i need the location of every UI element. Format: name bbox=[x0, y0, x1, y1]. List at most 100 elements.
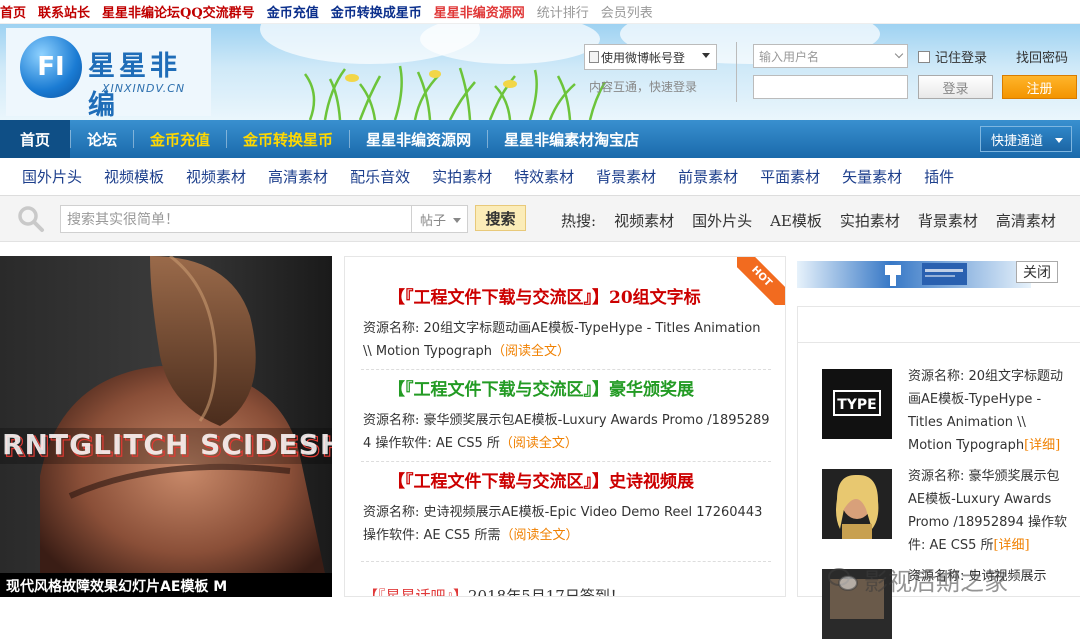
article-item[interactable]: 【『工程文件下载与交流区』】20组文字标资源名称: 20组文字标题动画AE模板-… bbox=[363, 283, 773, 363]
category-link[interactable]: 平面素材 bbox=[760, 166, 820, 187]
resource-detail: 4 操作软件: AE CS5 所 bbox=[363, 436, 500, 451]
username-input[interactable]: 输入用户名 bbox=[753, 44, 908, 68]
thumbnail-text: TYPE bbox=[837, 397, 877, 413]
broken-image-icon bbox=[589, 51, 599, 63]
article-title-line[interactable]: 【『工程文件下载与交流区』】豪华颁奖展 bbox=[363, 375, 773, 400]
top-link[interactable]: 星星非编论坛QQ交流群号 bbox=[102, 2, 255, 21]
read-more-link[interactable]: （阅读全文） bbox=[500, 528, 578, 543]
category-link[interactable]: 插件 bbox=[924, 166, 954, 187]
category-link[interactable]: 背景素材 bbox=[596, 166, 656, 187]
logo-domain: XINXINDV.CN bbox=[102, 82, 186, 95]
banner-ad-image bbox=[885, 263, 967, 286]
hot-search-term[interactable]: 实拍素材 bbox=[840, 210, 900, 231]
register-button[interactable]: 注册 bbox=[1002, 75, 1077, 99]
top-link[interactable]: 统计排行 bbox=[537, 2, 589, 21]
article-prefix: 【『工程文件下载与交流区』】 bbox=[388, 288, 609, 308]
hot-search-term[interactable]: 视频素材 bbox=[614, 210, 674, 231]
category-link[interactable]: 实拍素材 bbox=[432, 166, 492, 187]
search-type-select[interactable]: 帖子 bbox=[412, 205, 468, 233]
hot-search-term[interactable]: 高清素材 bbox=[996, 210, 1056, 231]
article-prefix: 【『工程文件下载与交流区』】 bbox=[388, 380, 609, 400]
login-button[interactable]: 登录 bbox=[918, 75, 993, 99]
read-more-link[interactable]: （阅读全文） bbox=[492, 344, 570, 359]
article-summary: 资源名称: 史诗视频展示AE模板-Epic Video Demo Reel 17… bbox=[363, 501, 773, 547]
category-link[interactable]: 视频素材 bbox=[186, 166, 246, 187]
category-link[interactable]: 高清素材 bbox=[268, 166, 328, 187]
recommended-panel: TYPE 资源名称: 20组文字标题动画AE模板-TypeHype - Titl… bbox=[797, 306, 1080, 639]
search-button[interactable]: 搜索 bbox=[475, 205, 526, 231]
hot-search-term[interactable]: 国外片头 bbox=[692, 210, 752, 231]
checkbox-icon[interactable] bbox=[918, 50, 930, 63]
recommended-panel-header bbox=[798, 307, 1080, 343]
chevron-down-icon bbox=[894, 49, 904, 59]
top-link[interactable]: 联系站长 bbox=[38, 2, 90, 21]
top-link[interactable]: 会员列表 bbox=[601, 2, 653, 21]
resource-name: 史诗视频展示AE模板-Epic Video Demo Reel 17260443 bbox=[423, 505, 763, 520]
recommended-item[interactable]: 资源名称: 豪华颁奖展示包AE模板-Luxury Awards Promo /1… bbox=[822, 465, 1077, 557]
thumbnail bbox=[822, 469, 892, 539]
resource-name-label: 资源名称: bbox=[363, 321, 420, 336]
read-more-link[interactable]: （阅读全文） bbox=[500, 436, 578, 451]
resource-name: 豪华颁奖展示包AE模板-Luxury Awards Promo /1895289 bbox=[423, 413, 770, 428]
hot-search-terms: 热搜: 视频素材 国外片头 AE模板 实拍素材 背景素材 高清素材 bbox=[561, 210, 1074, 231]
top-link[interactable]: 星星非编资源网 bbox=[434, 2, 525, 21]
weibo-login-label: 使用微博帐号登 bbox=[601, 50, 686, 65]
article-item[interactable]: 【『工程文件下载与交流区』】史诗视频展资源名称: 史诗视频展示AE模板-Epic… bbox=[363, 467, 773, 547]
category-link[interactable]: 特效素材 bbox=[514, 166, 574, 187]
password-input[interactable] bbox=[753, 75, 908, 99]
find-password-link[interactable]: 找回密码 bbox=[1016, 47, 1068, 66]
article-title: 豪华颁奖展 bbox=[609, 380, 694, 400]
weibo-login-button[interactable]: 使用微博帐号登 bbox=[584, 44, 717, 70]
detail-link[interactable]: [详细] bbox=[993, 538, 1029, 553]
nav-item[interactable]: 星星非编素材淘宝店 bbox=[488, 120, 655, 158]
top-link[interactable]: 首页 bbox=[0, 2, 26, 21]
nav-item[interactable]: 论坛 bbox=[71, 120, 133, 158]
quick-access-dropdown[interactable]: 快捷通道 bbox=[980, 126, 1072, 152]
search-placeholder: 搜索其实很简单！ bbox=[67, 212, 179, 228]
slideshow-caption[interactable]: 现代风格故障效果幻灯片AE模板 M bbox=[0, 573, 332, 597]
top-link[interactable]: 金币转换成星币 bbox=[331, 2, 422, 21]
resource-detail: \\ Motion Typograph bbox=[363, 344, 492, 359]
divider bbox=[361, 461, 771, 462]
article-list: HOT 【『星星话吧』】2018年5月17日签到！ 【『工程文件下载与交流区』】… bbox=[344, 256, 786, 597]
username-placeholder: 输入用户名 bbox=[759, 49, 820, 64]
main-nav: 首页 论坛 金币充值 金币转换星币 星星非编资源网 星星非编素材淘宝店 bbox=[0, 120, 1080, 158]
search-input[interactable]: 搜索其实很简单！ bbox=[60, 205, 412, 233]
article-item-last[interactable]: 【『星星话吧』】2018年5月17日签到！ bbox=[363, 585, 625, 597]
article-title: 2018年5月17日签到！ bbox=[468, 587, 625, 597]
weibo-login-note: 内容互通，快速登录 bbox=[589, 80, 698, 94]
detail-link[interactable]: [详细] bbox=[1024, 438, 1060, 453]
top-link[interactable]: 金币充值 bbox=[267, 2, 319, 21]
nav-item[interactable]: 金币充值 bbox=[134, 120, 226, 158]
article-summary: 资源名称: 20组文字标题动画AE模板-TypeHype - Titles An… bbox=[363, 317, 773, 363]
watermark: 影视后期之家 bbox=[828, 562, 1008, 597]
grass-decoration bbox=[303, 65, 607, 120]
nav-item[interactable]: 首页 bbox=[0, 120, 71, 158]
article-title-line[interactable]: 【『工程文件下载与交流区』】史诗视频展 bbox=[363, 467, 773, 492]
category-link[interactable]: 前景素材 bbox=[678, 166, 738, 187]
hot-search-term[interactable]: AE模板 bbox=[770, 210, 822, 231]
hot-search-term[interactable]: 背景素材 bbox=[918, 210, 978, 231]
category-link[interactable]: 矢量素材 bbox=[842, 166, 902, 187]
category-nav: 国外片头 视频模板 视频素材 高清素材 配乐音效 实拍素材 特效素材 背景素材 前景素材 平面素材… bbox=[0, 158, 1080, 196]
nav-item[interactable]: 金币转换星币 bbox=[227, 120, 349, 158]
divider bbox=[361, 369, 771, 370]
nav-item[interactable]: 星星非编资源网 bbox=[350, 120, 487, 158]
category-link[interactable]: 配乐音效 bbox=[350, 166, 410, 187]
banner-ad[interactable] bbox=[797, 261, 1031, 288]
article-item[interactable]: 【『工程文件下载与交流区』】豪华颁奖展 资源名称: 豪华颁奖展示包AE模板-Lux… bbox=[363, 375, 773, 455]
chevron-down-icon bbox=[1055, 138, 1063, 143]
recommended-item[interactable]: TYPE 资源名称: 20组文字标题动画AE模板-TypeHype - Titl… bbox=[822, 365, 1077, 457]
category-link[interactable]: 国外片头 bbox=[22, 166, 82, 187]
article-title-line[interactable]: 【『工程文件下载与交流区』】20组文字标 bbox=[363, 283, 773, 308]
wechat-icon bbox=[828, 567, 858, 591]
search-bar: 搜索其实很简单！ 帖子 搜索 热搜: 视频素材 国外片头 AE模板 实拍素材 背景素材高… bbox=[0, 196, 1080, 242]
site-logo[interactable]: FI 星星非编 XINXINDV.CN bbox=[6, 28, 211, 120]
remember-login-label: 记住登录 bbox=[935, 51, 988, 66]
featured-slideshow-image[interactable]: RNTGLITCH SCIDESHOW RNTGLITCH SCIDESHOW … bbox=[0, 256, 332, 597]
category-link[interactable]: 视频模板 bbox=[104, 166, 164, 187]
resource-detail: 操作软件: AE CS5 所需 bbox=[363, 528, 501, 543]
remember-login-checkbox[interactable]: 记住登录 bbox=[918, 47, 987, 66]
featured-image: RNTGLITCH SCIDESHOW RNTGLITCH SCIDESHOW bbox=[0, 256, 332, 597]
close-ad-button[interactable]: 关闭 bbox=[1016, 261, 1058, 283]
